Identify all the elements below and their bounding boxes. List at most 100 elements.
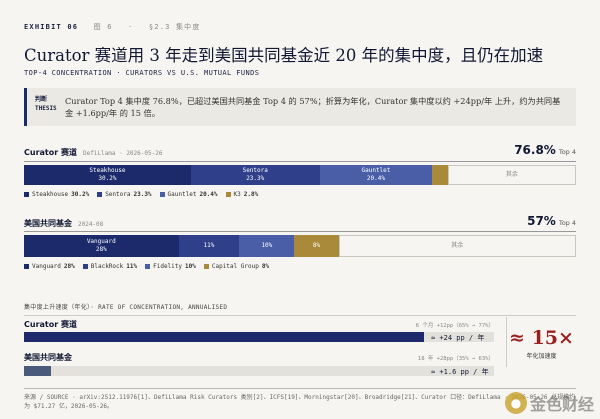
acceleration-multiple: ≈ 15× (507, 327, 576, 349)
bar-segment-capital-group: 8% (294, 235, 339, 257)
legend-swatch (203, 264, 209, 269)
segment-value: 11% (203, 242, 215, 249)
mutual-fund-legend: Vanguard 28% BlackRock 11% Fidelity 10% Capita… (24, 263, 269, 270)
segment-value: 28% (95, 246, 107, 253)
acceleration-multiple-value: 15× (531, 327, 574, 349)
thesis-tag: 判断 THESIS (35, 95, 57, 113)
legend-item: Sentora 23.3% (97, 191, 152, 198)
acceleration-multiple-box: ≈ 15× 年化加速度 (506, 317, 576, 367)
legend-item: Capital Group 8% (203, 263, 270, 270)
acceleration-approx-sign: ≈ (509, 327, 525, 349)
watermark-text: 金色财经 (529, 395, 594, 414)
rate-note-curator: 6 个月 +12pp（65% → 77%） (415, 323, 494, 329)
curator-legend: Steakhouse 30.2% Sentora 23.3% Gauntlet 20.4%… (24, 191, 258, 198)
source-footer: 来源 / SOURCE · arXiv:2512.11976[1]、DefiLl… (24, 394, 576, 410)
segment-name: 其余 (451, 242, 464, 249)
legend-swatch (97, 192, 103, 197)
mutual-fund-headline: 57% Top 4 (527, 214, 576, 228)
legend-name: Capital Group (211, 263, 259, 270)
footer-divider (24, 388, 576, 389)
page-subtitle: TOP-4 CONCENTRATION · CURATORS VS U.S. M… (24, 69, 260, 77)
curator-title: Curator 赛道 (24, 148, 77, 157)
rate-label-curator: Curator 赛道 (24, 320, 77, 329)
legend-name: Fidelity (153, 263, 183, 270)
legend-item: K3 2.8% (225, 191, 258, 198)
thesis-text: Curator Top 4 集中度 76.8%，已超过美国共同基金 Top 4 … (65, 96, 561, 118)
section-reference: §2.3 集中度 (148, 23, 201, 31)
bar-segment-steakhouse: Steakhouse 30.2% (24, 165, 191, 185)
legend-item: BlackRock 11% (82, 263, 138, 270)
legend-name: Sentora (105, 191, 131, 198)
legend-value: 30.2% (71, 191, 90, 198)
legend-name: K3 (233, 191, 241, 198)
legend-value: 28% (63, 263, 75, 270)
curator-headline: 76.8% Top 4 (514, 143, 576, 157)
acceleration-multiple-label: 年化加速度 (526, 353, 557, 360)
mutual-fund-source: 2024-08 (78, 221, 104, 228)
rate-bar-curator (24, 332, 424, 342)
segment-name: 其余 (505, 171, 518, 178)
thesis-tag-en: THESIS (35, 105, 57, 112)
thesis-box: 判断 THESIS Curator Top 4 集中度 76.8%，已超过美国共… (24, 88, 576, 126)
rate-divider (24, 315, 576, 316)
curator-source: DefiLlama · 2026-05-26 (82, 150, 163, 157)
segment-name: Sentora (242, 167, 268, 174)
legend-item: Fidelity 10% (145, 263, 196, 270)
watermark: ● 金色财经 (504, 391, 594, 415)
segment-name: Gauntlet (361, 167, 391, 174)
segment-value: 30.2% (98, 175, 117, 182)
legend-name: Steakhouse (32, 191, 69, 198)
segment-value: 10% (261, 242, 273, 249)
curator-stacked-bar: Steakhouse 30.2% Sentora 23.3% Gauntlet 20.4%… (24, 165, 576, 185)
mutual-fund-divider (24, 231, 576, 232)
section-separator: · (128, 23, 134, 31)
gold-coin-icon: ● (504, 392, 527, 414)
exhibit-label: EXHIBIT 06 图 6 · §2.3 集中度 (24, 22, 201, 32)
rate-track-curator (24, 332, 494, 342)
mutual-fund-headline-value: 57% (527, 214, 556, 228)
legend-name: Vanguard (32, 263, 61, 270)
bar-segment-k3 (432, 165, 448, 185)
legend-value: 11% (126, 263, 138, 270)
legend-swatch (225, 192, 231, 197)
legend-swatch (24, 192, 29, 197)
segment-name: Steakhouse (89, 167, 126, 174)
legend-value: 10% (185, 263, 196, 270)
segment-value: 20.4% (366, 175, 385, 182)
curator-divider (24, 161, 576, 162)
legend-name: BlackRock (90, 263, 124, 270)
segment-value: 8% (312, 242, 321, 249)
exhibit-number: EXHIBIT 06 (24, 23, 79, 31)
legend-swatch (24, 264, 29, 269)
bar-segment-blackrock: 11% (178, 235, 240, 257)
rate-track-mutual-fund (24, 366, 494, 376)
legend-item: Steakhouse 30.2% (24, 191, 89, 198)
curator-headline-label: Top 4 (558, 148, 576, 156)
rate-section-title: 集中度上升速度（年化）· RATE OF CONCENTRATION, ANNU… (24, 304, 228, 311)
legend-swatch (159, 192, 165, 197)
legend-item: Vanguard 28% (24, 263, 75, 270)
rate-bar-mutual-fund (24, 366, 51, 376)
segment-name: Vanguard (86, 238, 116, 245)
bar-segment-fidelity: 10% (239, 235, 295, 257)
legend-swatch (82, 264, 88, 269)
curator-section-title: Curator 赛道 DefiLlama · 2026-05-26 (24, 147, 162, 158)
segment-value: 23.3% (246, 175, 265, 182)
rate-note-mutual-fund: 18 年 +28pp（35% → 63%） (417, 356, 494, 362)
legend-value: 8% (261, 263, 270, 270)
bar-segment-gauntlet: Gauntlet 20.4% (319, 165, 433, 185)
legend-item: Gauntlet 20.4% (159, 191, 218, 198)
bar-segment-sentora: Sentora 23.3% (190, 165, 320, 185)
rate-label-mutual-fund: 美国共同基金 (24, 353, 72, 362)
mutual-fund-title: 美国共同基金 (24, 219, 72, 228)
bar-segment-其余: 其余 (338, 235, 576, 257)
bar-segment-vanguard: Vanguard 28% (24, 235, 179, 257)
rate-value-curator: ≈ +24 pp / 年 (431, 334, 485, 342)
legend-value: 20.4% (199, 191, 218, 198)
mutual-fund-stacked-bar: Vanguard 28% 11% 10% 8% 其余 (24, 235, 576, 257)
thesis-tag-cn: 判断 (35, 96, 48, 103)
legend-value: 23.3% (133, 191, 152, 198)
bar-segment-其余: 其余 (447, 165, 576, 185)
figure-number: 图 6 (93, 23, 113, 31)
legend-swatch (145, 264, 151, 269)
